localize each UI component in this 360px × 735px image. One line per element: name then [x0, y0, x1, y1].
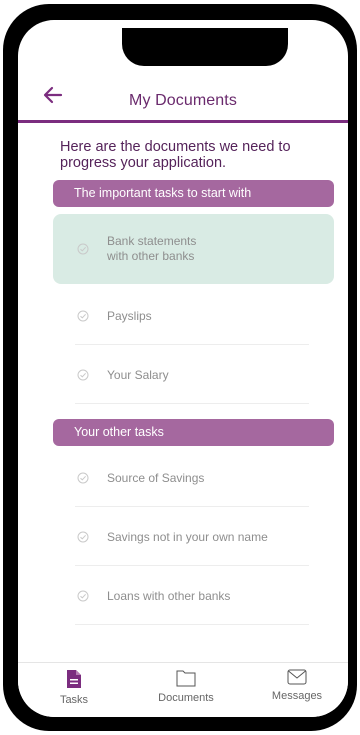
tab-messages[interactable]: Messages — [263, 663, 331, 717]
task-loans-other-banks[interactable]: Loans with other banks — [53, 568, 334, 624]
task-label: Savings not in your own name — [107, 530, 268, 544]
task-savings-not-own-name[interactable]: Savings not in your own name — [53, 509, 334, 565]
bottom-tab-bar: Tasks Documents Messages — [18, 662, 348, 717]
check-circle-icon — [77, 243, 89, 255]
folder-icon — [176, 670, 196, 687]
task-label: Source of Savings — [107, 471, 205, 485]
page-title: My Documents — [129, 92, 237, 109]
task-bank-statements[interactable]: Bank statements with other banks — [53, 214, 334, 284]
divider — [75, 624, 309, 625]
divider — [75, 565, 309, 566]
tab-documents[interactable]: Documents — [148, 663, 224, 717]
envelope-icon — [287, 669, 307, 685]
divider — [75, 344, 309, 345]
document-icon — [67, 670, 81, 688]
task-label: Loans with other banks — [107, 589, 231, 603]
check-circle-icon — [77, 310, 89, 322]
task-your-salary[interactable]: Your Salary — [53, 347, 334, 403]
tab-label: Messages — [271, 690, 323, 702]
task-payslips[interactable]: Payslips — [53, 288, 334, 344]
divider — [75, 506, 309, 507]
intro-text: Here are the documents we need to progre… — [60, 139, 291, 171]
app-header: My Documents — [18, 72, 348, 123]
phone-notch — [122, 28, 288, 66]
tab-label: Tasks — [59, 694, 89, 706]
tab-tasks[interactable]: Tasks — [46, 663, 102, 717]
divider — [75, 403, 309, 404]
section-header-important: The important tasks to start with — [53, 180, 334, 207]
phone-frame: My Documents Here are the documents we n… — [3, 4, 357, 731]
check-circle-icon — [77, 472, 89, 484]
task-label: Your Salary — [107, 368, 169, 382]
task-label: Bank statements with other banks — [107, 234, 197, 263]
task-source-of-savings[interactable]: Source of Savings — [53, 450, 334, 506]
task-label: Payslips — [107, 309, 152, 323]
check-circle-icon — [77, 531, 89, 543]
tab-label: Documents — [158, 692, 214, 704]
section-header-other: Your other tasks — [53, 419, 334, 446]
check-circle-icon — [77, 590, 89, 602]
app-screen: My Documents Here are the documents we n… — [18, 20, 348, 717]
check-circle-icon — [77, 369, 89, 381]
